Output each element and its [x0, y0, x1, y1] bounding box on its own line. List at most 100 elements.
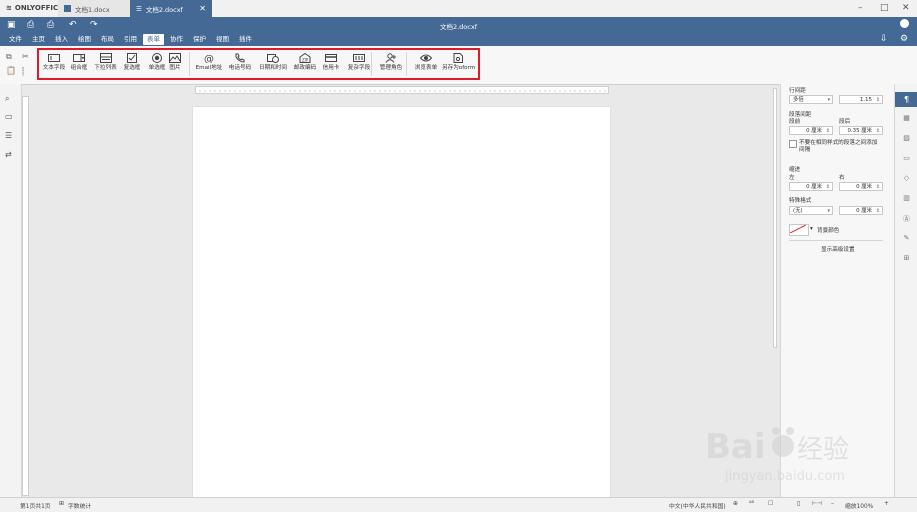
- no-space-checkbox[interactable]: [789, 140, 797, 148]
- zoom-in-icon[interactable]: +: [884, 501, 889, 507]
- close-window-icon[interactable]: ✕: [902, 3, 910, 13]
- chart-settings-icon[interactable]: ▥: [901, 194, 912, 205]
- menu-item[interactable]: 文件: [5, 34, 26, 45]
- tab-document-2[interactable]: ☰ 文档2.docxf ✕: [130, 0, 212, 17]
- right-sidebar: ¶ ▦ ▨ ▭ ◇ ▥ Ⓐ ✎ ⊞: [894, 84, 917, 497]
- word-count-icon[interactable]: ⊞: [59, 501, 64, 507]
- menu-item[interactable]: 保护: [189, 34, 210, 45]
- spinner-icon: ⇕: [875, 128, 880, 134]
- chevron-down-icon: ▾: [827, 208, 830, 214]
- document-page[interactable]: [193, 107, 610, 499]
- app-header: ▣ ⎙ ⎙ ↶ ↷ 文档2.docxf ⇩ ⚙ 文件 主页 插入 绘图 布局 引用 表单 协作…: [0, 17, 917, 46]
- fit-page-icon[interactable]: ▯: [797, 501, 800, 507]
- track-changes-icon[interactable]: ☐: [768, 501, 773, 507]
- spinner-icon: ⇕: [825, 184, 830, 190]
- menu-item[interactable]: 插入: [51, 34, 72, 45]
- form-document-icon: ☰: [136, 4, 142, 13]
- special-indent-select[interactable]: (无) ▾: [789, 206, 833, 215]
- menu-item[interactable]: 主页: [28, 34, 49, 45]
- menu-item[interactable]: 插件: [235, 34, 256, 45]
- table-settings-icon[interactable]: ▦: [901, 114, 912, 125]
- tab-document-1[interactable]: 文档1.docx: [58, 0, 131, 17]
- watermark-graphic: Bai 经验 jingyan.baidu.com: [705, 427, 849, 484]
- baidu-jingyan-watermark: Bai 经验 jingyan.baidu.com: [705, 420, 885, 490]
- page-count: 第1页共1页: [20, 504, 51, 510]
- navigation-icon[interactable]: ☰: [5, 131, 12, 140]
- menu-bar: 文件 主页 插入 绘图 布局 引用 表单 协作 保护 视图 插件: [5, 34, 258, 45]
- tab-label: 文档2.docxf: [145, 5, 183, 14]
- spinner-icon: ⇕: [875, 208, 880, 214]
- spacing-before-value: 0 厘米: [806, 128, 822, 134]
- indent-left-input[interactable]: 0 厘米 ⇕: [789, 182, 833, 191]
- horizontal-ruler[interactable]: [195, 86, 609, 94]
- menu-item[interactable]: 引用: [120, 34, 141, 45]
- indent-left-label: 左: [789, 175, 795, 181]
- chat-icon[interactable]: ⇄: [5, 150, 12, 159]
- open-location-icon[interactable]: ⇩: [880, 34, 888, 44]
- indent-right-input[interactable]: 0 厘米 ⇕: [839, 182, 883, 191]
- spinner-icon: ⇕: [875, 97, 880, 103]
- line-spacing-label: 行间距: [789, 88, 806, 94]
- comments-icon[interactable]: ▭: [5, 112, 13, 121]
- divider: [789, 240, 883, 241]
- background-color-picker[interactable]: [789, 224, 809, 236]
- spacing-before-input[interactable]: 0 厘米 ⇕: [789, 126, 833, 135]
- textart-settings-icon[interactable]: Ⓐ: [901, 214, 912, 225]
- scrollbar-thumb[interactable]: [773, 88, 777, 348]
- search-icon[interactable]: ⌕: [5, 94, 9, 104]
- menu-item[interactable]: 协作: [166, 34, 187, 45]
- spinner-icon: ⇕: [825, 128, 830, 134]
- tab-label: 文档1.docx: [75, 5, 110, 14]
- zoom-level: 缩放100%: [845, 504, 874, 510]
- chevron-down-icon[interactable]: ▾: [810, 226, 813, 232]
- line-spacing-mode-select[interactable]: 多倍 ▾: [789, 95, 833, 104]
- status-bar: 第1页共1页 ⊞ 字数统计 中文(中华人民共和国) ⊕ ᴬᴮ ☐ ▯ ⊢⊣ – …: [0, 497, 917, 512]
- no-color-swatch-icon: [790, 225, 806, 233]
- close-tab-icon[interactable]: ✕: [199, 4, 206, 13]
- shape-settings-icon[interactable]: ◇: [901, 174, 912, 185]
- special-indent-amount-input[interactable]: 0 厘米 ⇕: [839, 206, 883, 215]
- app-name: ONLYOFFICE: [14, 4, 63, 12]
- menu-item[interactable]: 表单: [143, 34, 164, 45]
- signature-settings-icon[interactable]: ✎: [901, 234, 912, 245]
- image-settings-icon[interactable]: ▨: [901, 134, 912, 145]
- vertical-ruler[interactable]: [22, 96, 29, 496]
- fit-width-icon[interactable]: ⊢⊣: [812, 501, 822, 507]
- document-icon: [64, 5, 71, 12]
- background-color-label: 背景颜色: [817, 228, 840, 234]
- svg-text:经验: 经验: [797, 435, 849, 465]
- app-logo: ≋ ONLYOFFICE: [6, 4, 63, 12]
- special-indent-label: 特殊格式: [789, 198, 812, 204]
- header-footer-icon[interactable]: ▭: [901, 154, 912, 165]
- before-label: 段前: [789, 119, 801, 125]
- language-select[interactable]: 中文(中华人民共和国): [669, 501, 726, 510]
- settings-icon[interactable]: ⚙: [900, 34, 908, 44]
- maximize-icon[interactable]: □: [880, 3, 889, 13]
- indent-right-value: 0 厘米: [856, 184, 872, 190]
- line-spacing-value-input[interactable]: 1.15 ⇕: [839, 95, 883, 104]
- advanced-settings-link[interactable]: 显示高级设置: [821, 245, 855, 253]
- globe-icon[interactable]: ⊕: [733, 501, 738, 507]
- form-settings-icon[interactable]: ⊞: [901, 254, 912, 265]
- spell-check-icon[interactable]: ᴬᴮ: [749, 501, 754, 507]
- spinner-icon: ⇕: [875, 184, 880, 190]
- after-label: 段后: [839, 119, 851, 125]
- spacing-after-input[interactable]: 0.35 厘米 ⇕: [839, 126, 883, 135]
- paragraph-settings-icon[interactable]: ¶: [895, 92, 917, 107]
- zoom-out-icon[interactable]: –: [831, 501, 834, 507]
- menu-item[interactable]: 绘图: [74, 34, 95, 45]
- line-spacing-mode-value: 多倍: [793, 97, 804, 103]
- user-avatar-icon[interactable]: [900, 19, 909, 28]
- menu-item[interactable]: 视图: [212, 34, 233, 45]
- left-sidebar: ⌕ ▭ ☰ ⇄: [0, 84, 22, 497]
- ruler-ticks: [199, 90, 606, 92]
- indent-left-value: 0 厘米: [806, 184, 822, 190]
- menu-item[interactable]: 布局: [97, 34, 118, 45]
- svg-text:jingyan.baidu.com: jingyan.baidu.com: [724, 469, 845, 484]
- svg-text:Bai: Bai: [705, 427, 766, 467]
- minimize-icon[interactable]: –: [858, 3, 863, 13]
- indent-label: 缩进: [789, 167, 801, 173]
- document-title: 文档2.docxf: [439, 23, 477, 31]
- word-count-button[interactable]: 字数统计: [68, 501, 91, 510]
- special-indent-amount: 0 厘米: [856, 208, 872, 214]
